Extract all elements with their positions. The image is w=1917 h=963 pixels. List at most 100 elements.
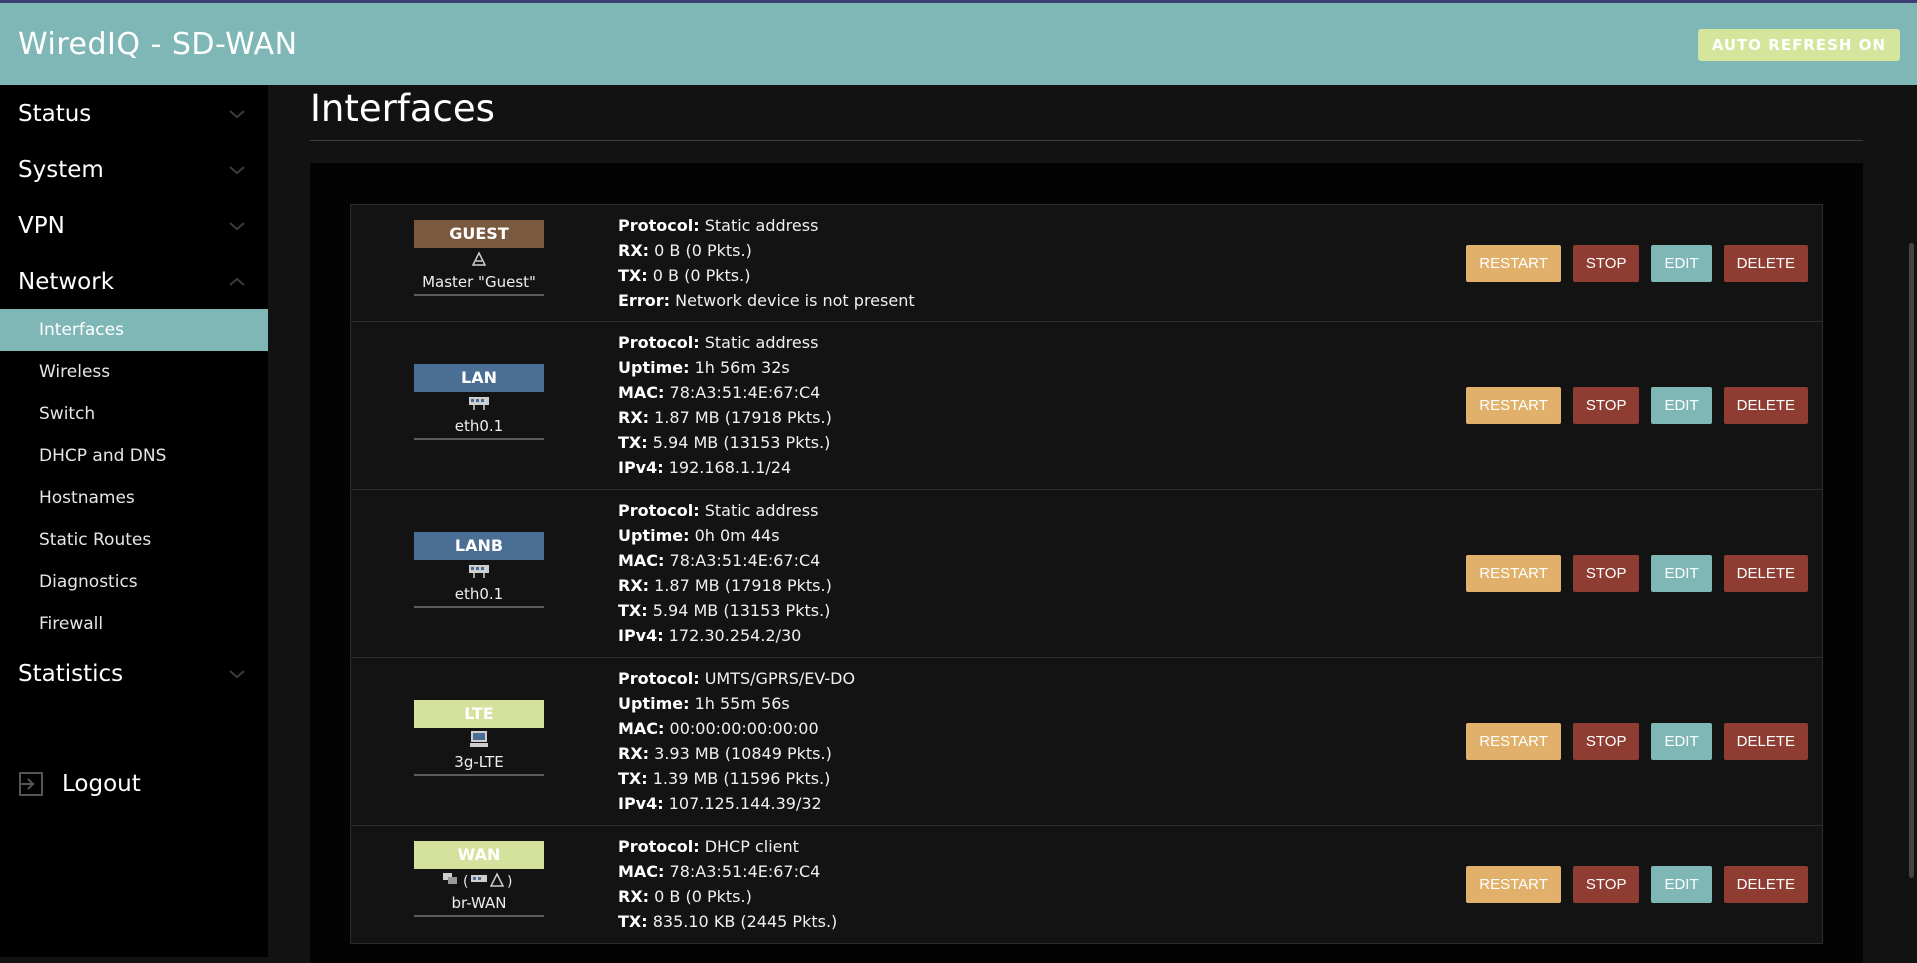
bridge-icon: ( ) — [414, 869, 544, 891]
edit-button[interactable]: EDIT — [1651, 866, 1712, 903]
edit-button[interactable]: EDIT — [1651, 555, 1712, 592]
detail-line: Uptime: 1h 56m 32s — [618, 358, 790, 377]
interface-name: WAN — [414, 841, 544, 869]
delete-button[interactable]: DELETE — [1723, 245, 1808, 282]
stop-button[interactable]: STOP — [1572, 723, 1640, 760]
detail-line: IPv4: 172.30.254.2/30 — [618, 626, 802, 645]
sidebar-group-label: Network — [18, 269, 115, 295]
interface-badge: LTE 3g-LTE — [414, 700, 544, 776]
interface-details: Protocol: Static address Uptime: 0h 0m 4… — [618, 498, 832, 648]
restart-button[interactable]: RESTART — [1466, 245, 1561, 282]
sidebar-group-system[interactable]: System — [0, 141, 268, 197]
logout-label: Logout — [62, 771, 141, 797]
interface-name: GUEST — [414, 220, 544, 248]
top-bar: WiredIQ - SD-WAN AUTO REFRESH ON — [0, 0, 1917, 85]
chevron-down-icon — [229, 110, 245, 119]
svg-text:): ) — [507, 874, 512, 889]
detail-line: MAC: 78:A3:51:4E:67:C4 — [618, 551, 821, 570]
detail-line: Uptime: 0h 0m 44s — [618, 526, 780, 545]
interface-details: Protocol: UMTS/GPRS/EV-DO Uptime: 1h 55m… — [618, 666, 855, 816]
interface-actions: RESTART STOP EDIT DELETE — [1466, 723, 1808, 760]
detail-line: TX: 0 B (0 Pkts.) — [618, 266, 751, 285]
sidebar-item-hostnames[interactable]: Hostnames — [0, 477, 268, 519]
sidebar-item-diagnostics[interactable]: Diagnostics — [0, 561, 268, 603]
sidebar-item-wireless[interactable]: Wireless — [0, 351, 268, 393]
detail-line: Protocol: Static address — [618, 333, 819, 352]
svg-text:(: ( — [463, 874, 468, 889]
detail-line: MAC: 78:A3:51:4E:67:C4 — [618, 383, 821, 402]
interface-row-lte: LTE 3g-LTE Protocol: UMTS/GPRS/EV-DO Upt… — [350, 658, 1823, 826]
interfaces-table: GUEST Master "Guest" Protocol: Static ad… — [350, 204, 1823, 944]
detail-line: RX: 3.93 MB (10849 Pkts.) — [618, 744, 832, 763]
sidebar-item-static-routes[interactable]: Static Routes — [0, 519, 268, 561]
sidebar-item-dhcp-dns[interactable]: DHCP and DNS — [0, 435, 268, 477]
detail-line: Uptime: 1h 55m 56s — [618, 694, 790, 713]
sidebar-group-label: Status — [18, 101, 92, 127]
detail-line: IPv4: 107.125.144.39/32 — [618, 794, 822, 813]
interface-row-lan: LAN eth0.1 Protocol: Static address Upti… — [350, 322, 1823, 490]
interface-badge: WAN ( ) br-WAN — [414, 841, 544, 917]
detail-line: Error: Network device is not present — [618, 291, 915, 310]
auto-refresh-toggle[interactable]: AUTO REFRESH ON — [1697, 29, 1900, 61]
restart-button[interactable]: RESTART — [1466, 555, 1561, 592]
detail-line: MAC: 00:00:00:00:00:00 — [618, 719, 819, 738]
chevron-down-icon — [229, 166, 245, 175]
logout-button[interactable]: Logout — [18, 764, 141, 804]
interfaces-panel: GUEST Master "Guest" Protocol: Static ad… — [310, 163, 1863, 963]
delete-button[interactable]: DELETE — [1723, 555, 1808, 592]
delete-button[interactable]: DELETE — [1723, 387, 1808, 424]
sidebar-group-status[interactable]: Status — [0, 85, 268, 141]
interface-row-wan: WAN ( ) br-WAN Protocol: DHCP client MAC… — [350, 826, 1823, 944]
stop-button[interactable]: STOP — [1572, 866, 1640, 903]
detail-line: TX: 5.94 MB (13153 Pkts.) — [618, 601, 831, 620]
interface-actions: RESTART STOP EDIT DELETE — [1466, 866, 1808, 903]
edit-button[interactable]: EDIT — [1651, 387, 1712, 424]
stop-button[interactable]: STOP — [1572, 555, 1640, 592]
interface-device: br-WAN — [414, 891, 544, 917]
detail-line: RX: 0 B (0 Pkts.) — [618, 887, 752, 906]
interface-name: LTE — [414, 700, 544, 728]
switch-icon — [414, 392, 544, 414]
restart-button[interactable]: RESTART — [1466, 866, 1561, 903]
stop-button[interactable]: STOP — [1572, 387, 1640, 424]
detail-line: TX: 835.10 KB (2445 Pkts.) — [618, 912, 838, 931]
interface-badge: LAN eth0.1 — [414, 364, 544, 440]
delete-button[interactable]: DELETE — [1723, 723, 1808, 760]
detail-line: RX: 1.87 MB (17918 Pkts.) — [618, 408, 832, 427]
detail-line: Protocol: DHCP client — [618, 837, 799, 856]
edit-button[interactable]: EDIT — [1651, 723, 1712, 760]
sidebar-group-label: Statistics — [18, 661, 124, 687]
scrollbar[interactable] — [1909, 243, 1914, 878]
chevron-down-icon — [229, 670, 245, 679]
interface-device: 3g-LTE — [414, 750, 544, 776]
stop-button[interactable]: STOP — [1572, 245, 1640, 282]
sidebar-group-label: System — [18, 157, 104, 183]
interface-badge: LANB eth0.1 — [414, 532, 544, 608]
chevron-up-icon — [229, 277, 245, 286]
logout-icon — [19, 772, 43, 796]
sidebar-group-network[interactable]: Network — [0, 253, 268, 309]
interface-row-guest: GUEST Master "Guest" Protocol: Static ad… — [350, 204, 1823, 322]
sidebar-item-firewall[interactable]: Firewall — [0, 603, 268, 645]
interface-device: Master "Guest" — [414, 270, 544, 296]
detail-line: TX: 1.39 MB (11596 Pkts.) — [618, 769, 831, 788]
sidebar-group-statistics[interactable]: Statistics — [0, 645, 268, 701]
detail-line: RX: 1.87 MB (17918 Pkts.) — [618, 576, 832, 595]
divider — [310, 140, 1863, 141]
switch-icon — [414, 560, 544, 582]
modem-icon — [414, 728, 544, 750]
sidebar-item-switch[interactable]: Switch — [0, 393, 268, 435]
delete-button[interactable]: DELETE — [1723, 866, 1808, 903]
edit-button[interactable]: EDIT — [1651, 245, 1712, 282]
detail-line: TX: 5.94 MB (13153 Pkts.) — [618, 433, 831, 452]
sidebar-item-interfaces[interactable]: Interfaces — [0, 309, 268, 351]
detail-line: MAC: 78:A3:51:4E:67:C4 — [618, 862, 821, 881]
restart-button[interactable]: RESTART — [1466, 723, 1561, 760]
interface-details: Protocol: Static address Uptime: 1h 56m … — [618, 330, 832, 480]
detail-line: Protocol: UMTS/GPRS/EV-DO — [618, 669, 856, 688]
interface-device: eth0.1 — [414, 582, 544, 608]
sidebar-group-vpn[interactable]: VPN — [0, 197, 268, 253]
interface-device: eth0.1 — [414, 414, 544, 440]
restart-button[interactable]: RESTART — [1466, 387, 1561, 424]
interface-actions: RESTART STOP EDIT DELETE — [1466, 387, 1808, 424]
